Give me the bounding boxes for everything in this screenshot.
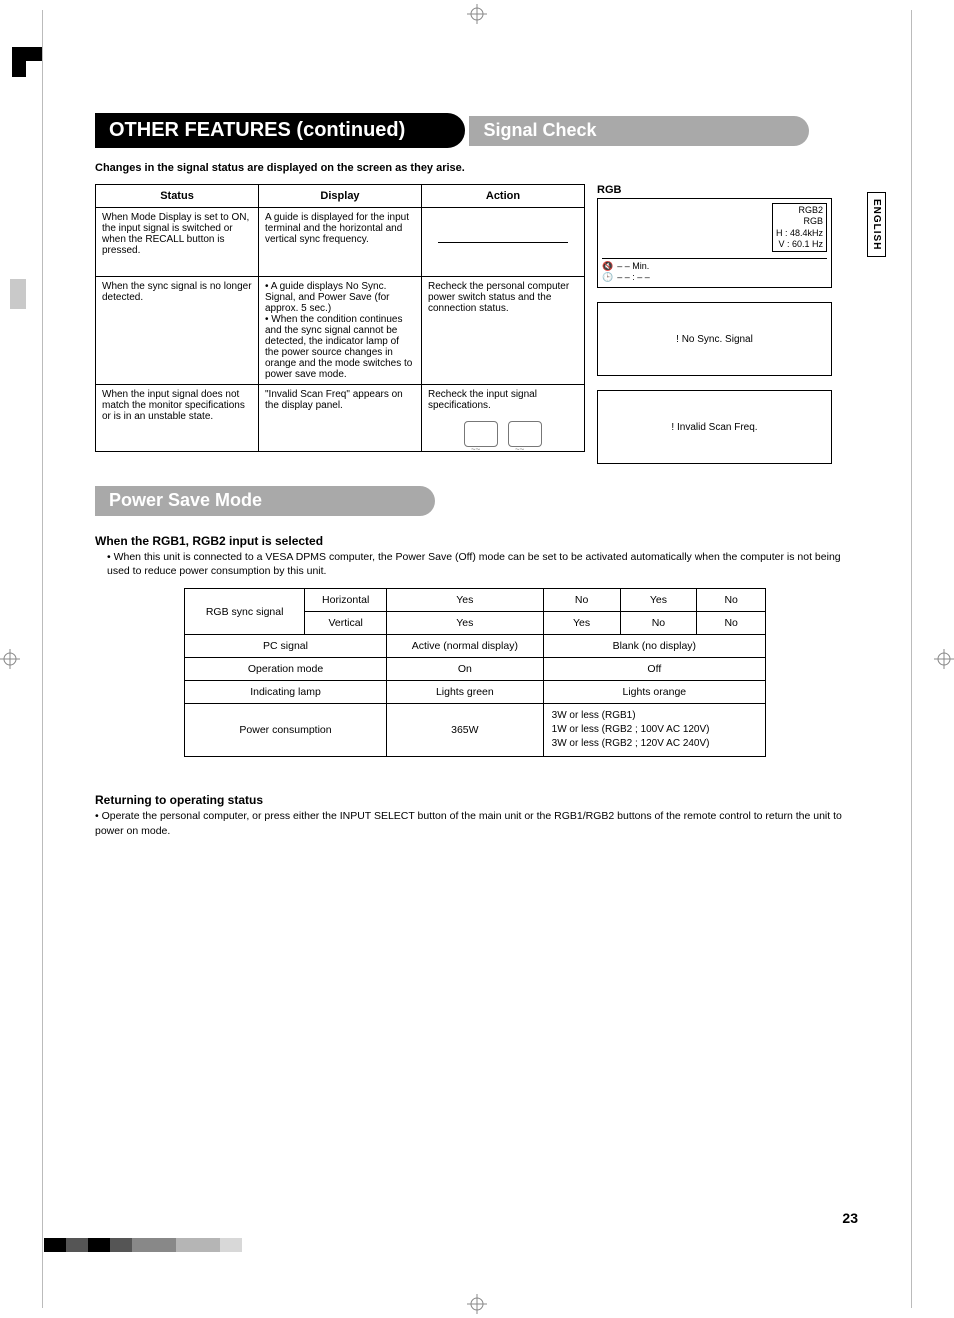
osd-line: RGB — [776, 216, 823, 227]
side-label-rgb: RGB — [597, 184, 832, 196]
cell: Off — [543, 658, 765, 681]
status-cell: When the input signal does not match the… — [96, 385, 259, 452]
osd-bottom-text: – – : – – — [617, 272, 650, 283]
row-label-op-mode: Operation mode — [185, 658, 387, 681]
osd-bottom-text: – – Min. — [617, 261, 649, 272]
crop-line-left — [42, 10, 43, 1308]
cell: Yes — [620, 589, 697, 612]
clock-icon: 🕒 — [602, 272, 613, 283]
display-cell: • A guide displays No Sync. Signal, and … — [259, 277, 422, 385]
monitor-icon — [464, 421, 498, 447]
returning-status-heading: Returning to operating status — [95, 793, 855, 807]
action-text: Recheck the input signal specifications. — [428, 389, 578, 411]
row-label-lamp: Indicating lamp — [185, 681, 387, 704]
page-title-pill: OTHER FEATURES (continued) — [95, 113, 465, 148]
speaker-icon: 🔇 — [602, 261, 613, 272]
cell: No — [697, 612, 766, 635]
table-row: When the input signal does not match the… — [96, 385, 585, 452]
horizontal-line-icon — [438, 242, 568, 243]
osd-preview-box: RGB2 RGB H : 48.4kHz V : 60.1 Hz 🔇 – – M… — [597, 198, 832, 288]
cell: Blank (no display) — [543, 635, 765, 658]
col-header-action: Action — [422, 185, 585, 208]
power-save-table: RGB sync signal Horizontal Yes No Yes No… — [184, 588, 766, 757]
cell: No — [620, 612, 697, 635]
section-heading-signal-check: Signal Check — [469, 116, 809, 146]
cell: Lights green — [387, 681, 544, 704]
sync-h-label: Horizontal — [305, 589, 387, 612]
registration-mark-right — [934, 649, 954, 669]
power-off-line: 3W or less (RGB2 ; 120V AC 240V) — [552, 737, 757, 751]
display-cell: "Invalid Scan Freq" appears on the displ… — [259, 385, 422, 452]
crop-line-right — [911, 10, 912, 1308]
signal-check-table: Status Display Action When Mode Display … — [95, 184, 585, 452]
cell: Yes — [387, 589, 544, 612]
osd-message-invalid: ! Invalid Scan Freq. — [597, 390, 832, 464]
table-row: When Mode Display is set to ON, the inpu… — [96, 208, 585, 277]
power-off-line: 3W or less (RGB1) — [552, 709, 757, 723]
signal-check-intro: Changes in the signal status are display… — [95, 162, 855, 174]
cell: Yes — [543, 612, 620, 635]
language-tab: ENGLISH — [867, 192, 886, 257]
row-label-sync: RGB sync signal — [185, 589, 305, 635]
cell: Lights orange — [543, 681, 765, 704]
status-cell: When Mode Display is set to ON, the inpu… — [96, 208, 259, 277]
osd-info-block: RGB2 RGB H : 48.4kHz V : 60.1 Hz — [772, 203, 827, 252]
registration-mark-top — [467, 4, 487, 24]
osd-line: V : 60.1 Hz — [776, 239, 823, 250]
footer-color-bars — [44, 1238, 242, 1252]
monitor-icon — [508, 421, 542, 447]
display-cell: A guide is displayed for the input termi… — [259, 208, 422, 277]
table-row: When the sync signal is no longer detect… — [96, 277, 585, 385]
cell: On — [387, 658, 544, 681]
action-cell: Recheck the personal computer power swit… — [422, 277, 585, 385]
power-off-cell: 3W or less (RGB1) 1W or less (RGB2 ; 100… — [543, 704, 765, 757]
action-cell — [422, 208, 585, 277]
section-heading-power-save: Power Save Mode — [95, 486, 435, 516]
cell: 365W — [387, 704, 544, 757]
cell: Active (normal display) — [387, 635, 544, 658]
cell: Yes — [387, 612, 544, 635]
registration-mark-left — [0, 649, 20, 669]
cell: No — [543, 589, 620, 612]
col-header-status: Status — [96, 185, 259, 208]
osd-line: RGB2 — [776, 205, 823, 216]
osd-message-nosync: ! No Sync. Signal — [597, 302, 832, 376]
sync-v-label: Vertical — [305, 612, 387, 635]
cell: No — [697, 589, 766, 612]
action-cell: Recheck the input signal specifications. — [422, 385, 585, 452]
status-cell: When the sync signal is no longer detect… — [96, 277, 259, 385]
page-number: 23 — [842, 1210, 858, 1226]
power-save-note: When this unit is connected to a VESA DP… — [107, 550, 855, 578]
row-label-power: Power consumption — [185, 704, 387, 757]
registration-mark-bottom — [467, 1294, 487, 1314]
decorative-gray-block — [10, 279, 26, 309]
osd-line: H : 48.4kHz — [776, 228, 823, 239]
row-label-pc-signal: PC signal — [185, 635, 387, 658]
crop-mark-top-left — [12, 47, 42, 61]
returning-status-text: Operate the personal computer, or press … — [95, 809, 855, 837]
power-off-line: 1W or less (RGB2 ; 100V AC 120V) — [552, 723, 757, 737]
col-header-display: Display — [259, 185, 422, 208]
power-save-subheading-1: When the RGB1, RGB2 input is selected — [95, 534, 855, 548]
